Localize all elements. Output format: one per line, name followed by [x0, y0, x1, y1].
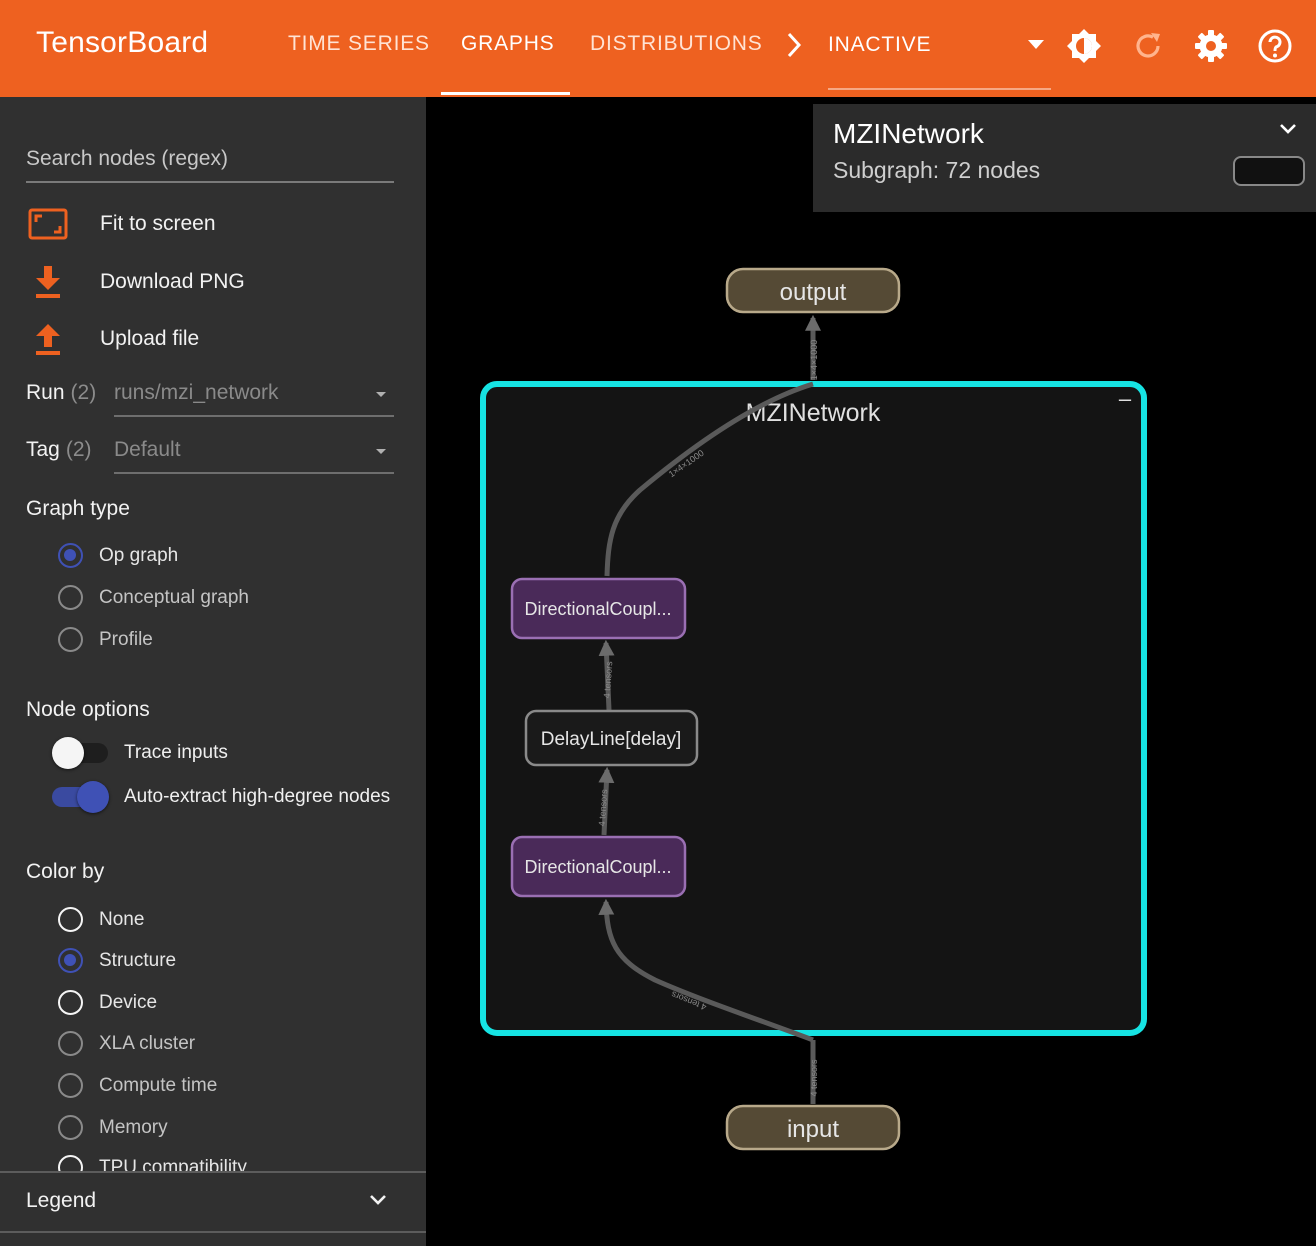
- download-png-button[interactable]: Download PNG: [26, 264, 245, 300]
- radio-unchecked-icon: [58, 990, 83, 1015]
- fit-screen-icon: [26, 206, 70, 242]
- color-by-heading: Color by: [26, 860, 105, 883]
- search-nodes-input[interactable]: [26, 137, 394, 171]
- upload-file-button[interactable]: Upload file: [26, 321, 199, 357]
- radio-label: Profile: [99, 628, 153, 650]
- run-count: (2): [70, 381, 97, 404]
- radio-unchecked-icon: [58, 1073, 83, 1098]
- radio-label: Memory: [99, 1116, 168, 1138]
- more-tabs-chevron-icon[interactable]: [784, 30, 804, 65]
- graph-svg[interactable]: MZINetwork – 1×4×1000 1×4×1000 4 tensors…: [426, 97, 1316, 1246]
- directional-coupler-label: DirectionalCoupl...: [524, 599, 671, 619]
- radio-label: Conceptual graph: [99, 586, 249, 608]
- radio-checked-icon: [58, 948, 83, 973]
- run-label: Run: [26, 381, 65, 404]
- run-value: runs/mzi_network: [114, 381, 279, 404]
- radio-label: Compute time: [99, 1074, 218, 1096]
- radio-label: None: [99, 908, 145, 930]
- upload-file-label: Upload file: [100, 327, 200, 350]
- dropdown-caret-icon: [376, 449, 386, 454]
- fit-to-screen-label: Fit to screen: [100, 212, 216, 235]
- radio-unchecked-icon: [58, 627, 83, 652]
- legend-expander[interactable]: Legend: [0, 1171, 426, 1233]
- toggle-knob: [77, 781, 109, 813]
- search-nodes-field[interactable]: [26, 137, 394, 183]
- auto-extract-toggle[interactable]: Auto-extract high-degree nodes: [52, 781, 391, 813]
- input-node-label: input: [787, 1116, 839, 1143]
- run-dropdown[interactable]: runs/mzi_network: [114, 373, 394, 417]
- expand-info-chevron-icon[interactable]: [1279, 122, 1297, 140]
- reload-icon[interactable]: [1128, 26, 1168, 66]
- app-title: TensorBoard: [36, 26, 209, 59]
- top-app-bar: TensorBoard TIME SERIES GRAPHS DISTRIBUT…: [0, 0, 1316, 97]
- info-card-color-swatch: [1233, 156, 1305, 186]
- download-png-label: Download PNG: [100, 270, 245, 293]
- radio-op-graph[interactable]: Op graph: [58, 543, 178, 568]
- fit-to-screen-button[interactable]: Fit to screen: [26, 206, 216, 242]
- tab-graphs[interactable]: GRAPHS: [461, 32, 555, 56]
- radio-conceptual-graph[interactable]: Conceptual graph: [58, 585, 249, 610]
- brightness-toggle-icon[interactable]: [1064, 26, 1104, 66]
- collapse-group-icon[interactable]: –: [1119, 386, 1132, 411]
- download-icon: [26, 264, 70, 300]
- output-node-label: output: [780, 279, 847, 306]
- radio-unchecked-icon: [58, 1115, 83, 1140]
- radio-unchecked-icon: [58, 585, 83, 610]
- directional-coupler-label: DirectionalCoupl...: [524, 857, 671, 877]
- help-icon[interactable]: [1255, 26, 1295, 66]
- toggle-knob: [52, 737, 84, 769]
- chevron-down-icon: [370, 1195, 386, 1205]
- upload-icon: [26, 321, 70, 357]
- edge-label: 1×4×1000: [809, 340, 819, 381]
- radio-label: Op graph: [99, 544, 179, 566]
- legend-label: Legend: [26, 1189, 97, 1212]
- tag-dropdown[interactable]: Default: [114, 430, 394, 474]
- graph-type-heading: Graph type: [26, 497, 130, 520]
- radio-unchecked-icon: [58, 907, 83, 932]
- tag-label: Tag: [26, 438, 60, 461]
- radio-color-memory[interactable]: Memory: [58, 1115, 168, 1140]
- mzinetwork-group-box[interactable]: [480, 381, 1147, 1036]
- auto-extract-label: Auto-extract high-degree nodes: [124, 786, 391, 807]
- radio-color-structure[interactable]: Structure: [58, 948, 176, 973]
- radio-color-none[interactable]: None: [58, 907, 144, 932]
- radio-label: Device: [99, 991, 158, 1013]
- radio-color-device[interactable]: Device: [58, 990, 157, 1015]
- graph-controls-sidebar: Fit to screen Download PNG Upload file R…: [0, 97, 426, 1246]
- node-options-heading: Node options: [26, 698, 150, 721]
- radio-profile[interactable]: Profile: [58, 627, 153, 652]
- inactive-dropdown-underline: [828, 88, 1051, 90]
- radio-unchecked-icon: [58, 1031, 83, 1056]
- trace-inputs-toggle[interactable]: Trace inputs: [52, 737, 228, 769]
- settings-gear-icon[interactable]: [1191, 26, 1231, 66]
- chevron-down-icon[interactable]: [1028, 40, 1044, 49]
- delay-line-label: DelayLine[delay]: [541, 729, 681, 750]
- run-selector: Run (2) runs/mzi_network: [26, 373, 394, 419]
- inactive-plugins-dropdown[interactable]: INACTIVE: [828, 33, 931, 57]
- radio-label: Structure: [99, 949, 177, 971]
- info-card-subtitle: Subgraph: 72 nodes: [833, 157, 1041, 183]
- tag-value: Default: [114, 438, 181, 461]
- radio-color-xla-cluster[interactable]: XLA cluster: [58, 1031, 195, 1056]
- edge-label: 4 tensors: [809, 1059, 819, 1097]
- dropdown-caret-icon: [376, 392, 386, 397]
- tab-distributions[interactable]: DISTRIBUTIONS: [590, 32, 763, 56]
- active-tab-indicator: [441, 92, 570, 95]
- info-card-title: MZINetwork: [833, 118, 984, 149]
- tag-count: (2): [65, 438, 92, 461]
- node-info-card: MZINetwork Subgraph: 72 nodes: [813, 104, 1316, 212]
- trace-inputs-label: Trace inputs: [124, 742, 228, 763]
- tag-selector: Tag (2) Default: [26, 430, 394, 476]
- radio-color-compute-time[interactable]: Compute time: [58, 1073, 217, 1098]
- tab-time-series[interactable]: TIME SERIES: [288, 32, 430, 56]
- radio-checked-icon: [58, 543, 83, 568]
- radio-label: XLA cluster: [99, 1032, 196, 1054]
- graph-canvas[interactable]: MZINetwork – 1×4×1000 1×4×1000 4 tensors…: [426, 97, 1316, 1246]
